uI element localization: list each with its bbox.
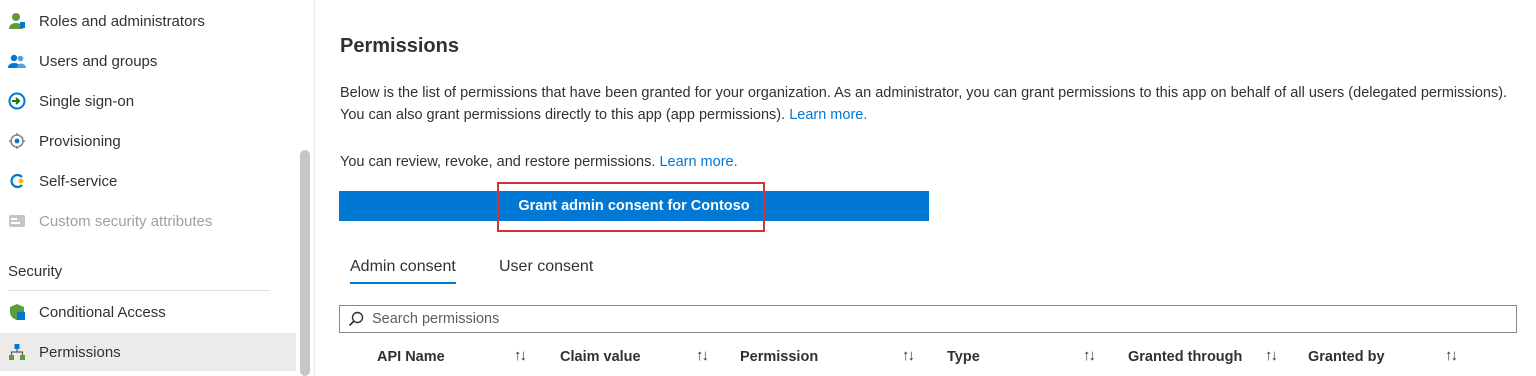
sort-icon[interactable]: ↑↓	[1265, 347, 1278, 364]
sort-icon[interactable]: ↑↓	[514, 347, 527, 364]
review-text: You can review, revoke, and restore perm…	[340, 154, 656, 170]
roles-admin-icon	[8, 12, 26, 30]
sidebar-scrollbar-thumb[interactable]	[300, 150, 310, 376]
sidebar-item-single-sign-on[interactable]: Single sign-on	[0, 82, 296, 120]
sidebar-item-provisioning[interactable]: Provisioning	[0, 122, 296, 160]
sort-icon[interactable]: ↑↓	[1445, 347, 1458, 364]
sidebar-item-users-and-groups[interactable]: Users and groups	[0, 42, 296, 80]
sidebar-item-label: Custom security attributes	[39, 212, 213, 230]
sidebar-item-permissions[interactable]: Permissions	[0, 333, 296, 371]
sort-icon[interactable]: ↑↓	[1083, 347, 1096, 364]
description-text: Below is the list of permissions that ha…	[340, 85, 1508, 123]
search-icon	[348, 311, 364, 327]
review-text-line: You can review, revoke, and restore perm…	[340, 151, 738, 173]
custom-attributes-icon	[8, 212, 26, 230]
page-title: Permissions	[340, 35, 459, 57]
tab-admin-consent[interactable]: Admin consent	[350, 258, 456, 284]
search-input[interactable]	[370, 310, 1474, 328]
sidebar-item-label: Permissions	[39, 343, 121, 361]
sidebar-item-label: Single sign-on	[39, 92, 135, 110]
sidebar-item-label: Provisioning	[39, 132, 121, 150]
learn-more-link[interactable]: Learn more.	[789, 107, 867, 123]
search-box[interactable]	[339, 305, 1517, 333]
sidebar: Roles and administrators Users and group…	[0, 0, 296, 376]
sort-icon[interactable]: ↑↓	[696, 347, 709, 364]
sidebar-item-label: Self-service	[39, 172, 118, 190]
sidebar-item-label: Users and groups	[39, 52, 158, 70]
column-header-granted-by[interactable]: Granted by	[1308, 349, 1385, 365]
tab-user-consent[interactable]: User consent	[499, 258, 593, 276]
main-content: Permissions Below is the list of permiss…	[315, 0, 1536, 376]
users-groups-icon	[8, 52, 26, 70]
sidebar-item-conditional-access[interactable]: Conditional Access	[0, 293, 296, 331]
sidebar-item-label: Conditional Access	[39, 303, 166, 321]
self-service-icon	[8, 172, 26, 190]
sidebar-item-custom-security-attributes[interactable]: Custom security attributes	[0, 202, 296, 240]
sidebar-item-self-service[interactable]: Self-service	[0, 162, 296, 200]
column-header-granted-through[interactable]: Granted through	[1128, 349, 1242, 365]
permissions-icon	[8, 343, 26, 361]
column-header-type[interactable]: Type	[947, 349, 980, 365]
conditional-access-icon	[8, 303, 26, 321]
sso-icon	[8, 92, 26, 110]
grant-admin-consent-button[interactable]: Grant admin consent for Contoso	[339, 191, 929, 221]
sidebar-item-label: Roles and administrators	[39, 12, 205, 30]
section-divider	[8, 290, 270, 291]
column-header-api-name[interactable]: API Name	[377, 349, 445, 365]
sidebar-item-roles-and-administrators[interactable]: Roles and administrators	[0, 2, 296, 40]
sort-icon[interactable]: ↑↓	[902, 347, 915, 364]
section-header-security: Security	[8, 263, 63, 280]
permissions-description: Below is the list of permissions that ha…	[340, 82, 1520, 126]
learn-more-link-2[interactable]: Learn more.	[659, 154, 737, 170]
column-header-permission[interactable]: Permission	[740, 349, 818, 365]
column-header-claim-value[interactable]: Claim value	[560, 349, 641, 365]
provisioning-icon	[8, 132, 26, 150]
